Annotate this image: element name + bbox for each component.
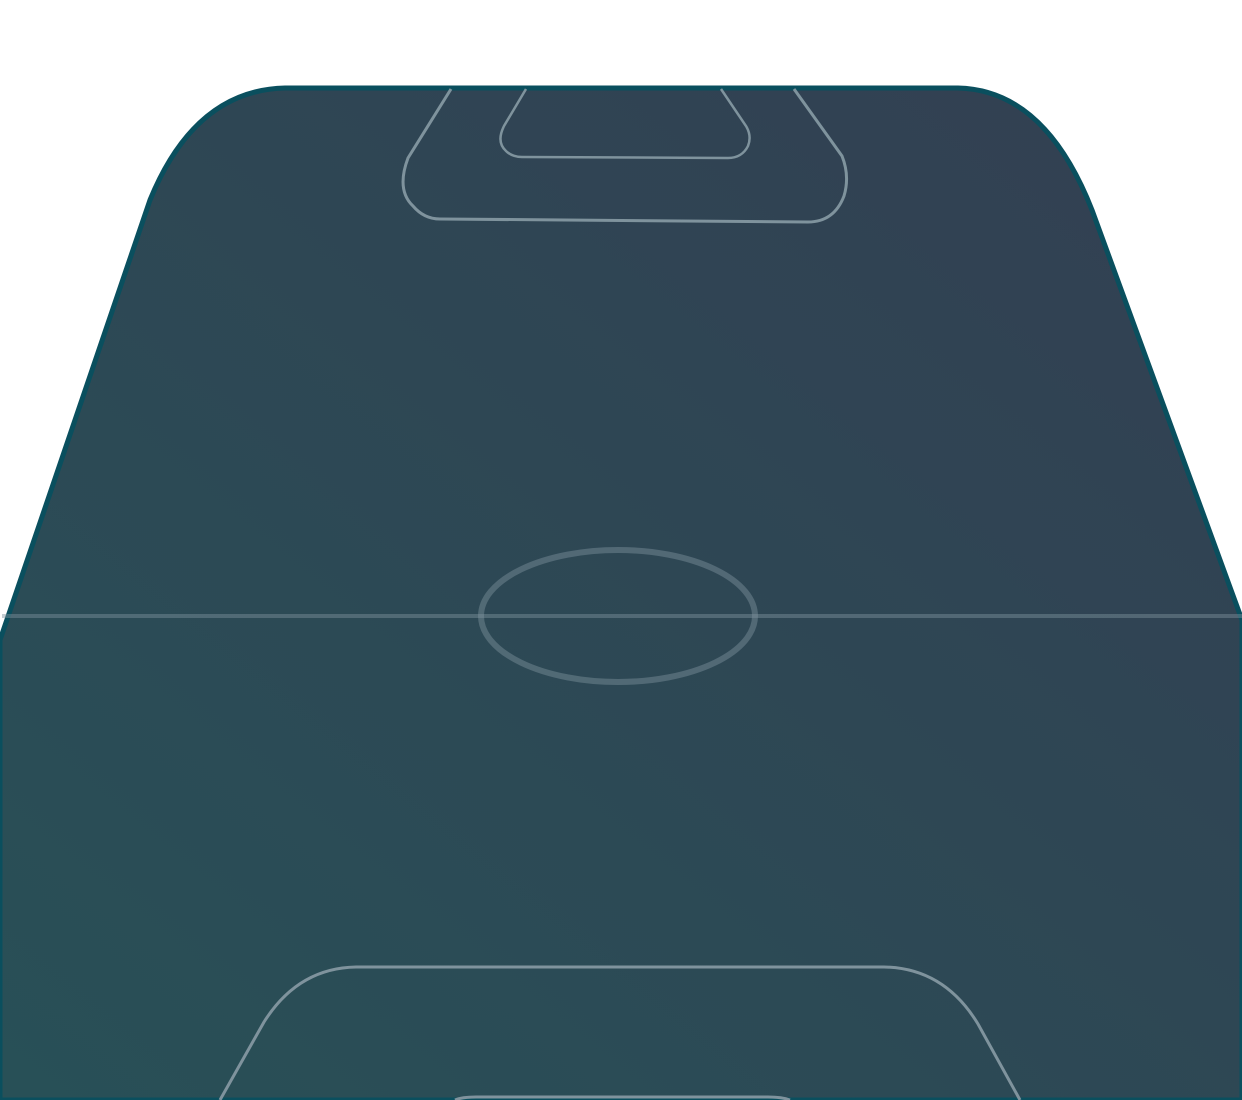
pitch-surface [0, 85, 1242, 1100]
football-pitch [0, 85, 1242, 1100]
football-pitch-view [0, 0, 1242, 1100]
